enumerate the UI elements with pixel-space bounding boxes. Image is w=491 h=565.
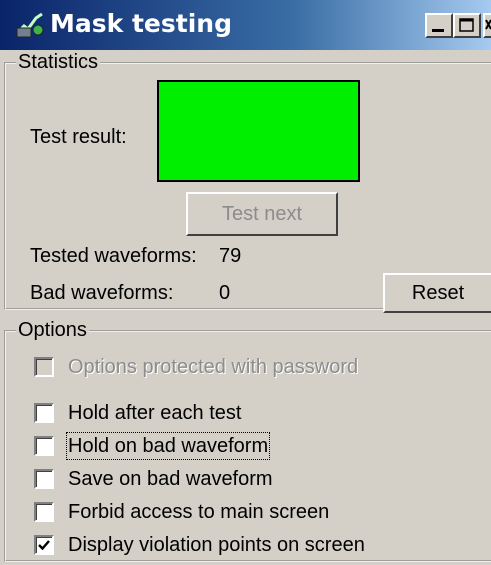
maximize-icon — [459, 18, 474, 32]
close-icon — [485, 19, 491, 30]
display-violation-points-label[interactable]: Display violation points on screen — [68, 533, 365, 557]
checkmark-icon — [38, 540, 50, 551]
save-on-bad-waveform-checkbox[interactable] — [34, 469, 54, 489]
test-result-indicator — [157, 80, 360, 182]
test-result-label: Test result: — [30, 126, 127, 148]
display-violation-points-checkbox[interactable] — [34, 535, 54, 555]
password-protected-checkbox — [34, 357, 54, 377]
tested-waveforms-value: 79 — [219, 245, 242, 267]
hold-after-each-test-checkbox[interactable] — [34, 403, 54, 423]
forbid-main-screen-label[interactable]: Forbid access to main screen — [68, 500, 329, 524]
title-bar[interactable]: Mask testing — [0, 0, 491, 50]
password-protected-label: Options protected with password — [68, 356, 359, 378]
hold-on-bad-waveform-label[interactable]: Hold on bad waveform — [65, 432, 271, 460]
close-button[interactable] — [483, 13, 491, 38]
bad-waveforms-label: Bad waveforms: — [30, 282, 174, 304]
forbid-main-screen-checkbox[interactable] — [34, 502, 54, 522]
tested-waveforms-label: Tested waveforms: — [30, 245, 197, 267]
test-next-button[interactable]: Test next — [186, 192, 338, 236]
minimize-icon — [432, 29, 444, 32]
reset-button[interactable]: Reset — [383, 273, 491, 313]
window-title: Mask testing — [50, 9, 232, 38]
maximize-button[interactable] — [453, 13, 481, 38]
save-on-bad-waveform-label[interactable]: Save on bad waveform — [68, 467, 273, 491]
hold-after-each-test-label[interactable]: Hold after each test — [68, 401, 241, 425]
statistics-group-label: Statistics — [16, 50, 101, 74]
waveform-tool-icon — [16, 12, 44, 38]
minimize-button[interactable] — [425, 13, 453, 38]
hold-on-bad-waveform-checkbox[interactable] — [34, 436, 54, 456]
bad-waveforms-value: 0 — [219, 282, 231, 304]
options-group-label: Options — [16, 318, 89, 342]
